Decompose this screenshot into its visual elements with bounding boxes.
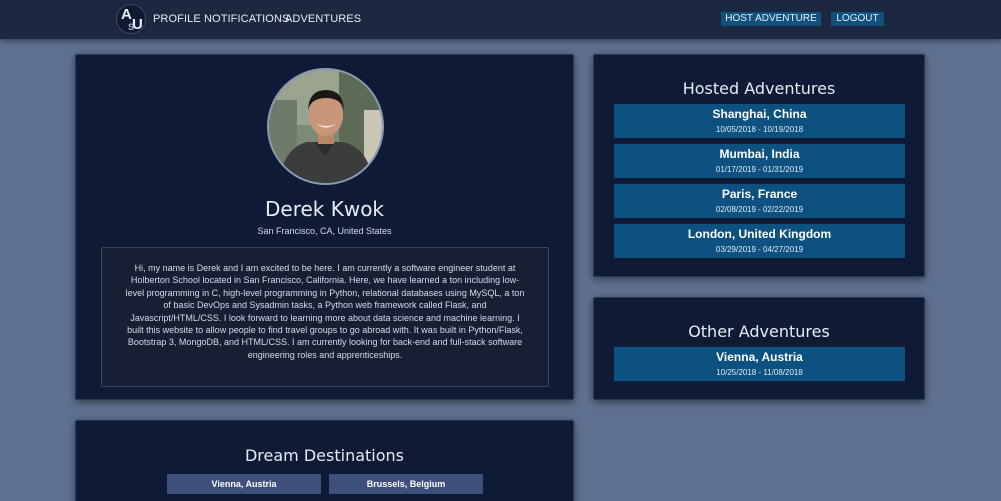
logo-letter-a: A	[121, 6, 132, 23]
hosted-adventures-title: Hosted Adventures	[682, 79, 836, 98]
aus-logo[interactable]: A U S	[116, 4, 146, 34]
profile-name: Derek Kwok	[264, 197, 385, 221]
adventure-item[interactable]: Paris, France 02/08/2019 - 02/22/2019	[614, 184, 905, 218]
host-adventure-button[interactable]: HOST ADVENTURE	[721, 12, 821, 26]
nav-profile-link[interactable]: PROFILE	[153, 13, 201, 25]
other-adventures-title: Other Adventures	[688, 322, 830, 341]
logo-letter-s: S	[128, 22, 135, 32]
adventure-item[interactable]: Mumbai, India 01/17/2019 - 01/31/2019	[614, 144, 905, 178]
adventure-dates: 03/29/2019 - 04/27/2019	[715, 245, 804, 254]
adventure-dates: 01/17/2019 - 01/31/2019	[715, 165, 804, 174]
adventure-dates: 02/08/2019 - 02/22/2019	[715, 205, 804, 214]
profile-card: Derek Kwok San Francisco, CA, United Sta…	[75, 54, 574, 400]
profile-location: San Francisco, CA, United States	[257, 226, 392, 236]
navbar: A U S PROFILE NOTIFICATIONS ADVENTURES H…	[0, 0, 1001, 39]
dream-destination-tag[interactable]: Brussels, Belgium	[329, 474, 483, 494]
adventure-city: Shanghai, China	[712, 107, 807, 121]
adventure-city: London, United Kingdom	[687, 227, 832, 241]
adventure-dates: 10/25/2018 - 11/08/2018	[716, 368, 803, 377]
avatar-image	[269, 70, 382, 183]
other-adventures-card: Other Adventures Vienna, Austria 10/25/2…	[593, 297, 925, 400]
profile-bio: Hi, my name is Derek and I am excited to…	[101, 247, 549, 387]
adventure-city: Vienna, Austria	[716, 350, 803, 364]
dream-destination-tag[interactable]: Vienna, Austria	[167, 474, 321, 494]
dream-destinations-title: Dream Destinations	[244, 446, 404, 465]
nav-adventures-link[interactable]: ADVENTURES	[285, 13, 361, 25]
hosted-adventures-card: Hosted Adventures Shanghai, China 10/05/…	[593, 54, 925, 277]
nav-notifications-link[interactable]: NOTIFICATIONS	[204, 13, 289, 25]
profile-photo	[267, 68, 384, 185]
adventure-city: Paris, France	[721, 187, 798, 201]
dream-destinations-card: Dream Destinations Vienna, Austria Bruss…	[75, 420, 574, 501]
adventure-dates: 10/05/2018 - 10/19/2018	[715, 125, 804, 134]
logout-button[interactable]: LOGOUT	[831, 12, 884, 26]
adventure-item[interactable]: Vienna, Austria 10/25/2018 - 11/08/2018	[614, 347, 905, 381]
adventure-city: Mumbai, India	[719, 147, 800, 161]
adventure-item[interactable]: London, United Kingdom 03/29/2019 - 04/2…	[614, 224, 905, 258]
adventure-item[interactable]: Shanghai, China 10/05/2018 - 10/19/2018	[614, 104, 905, 138]
